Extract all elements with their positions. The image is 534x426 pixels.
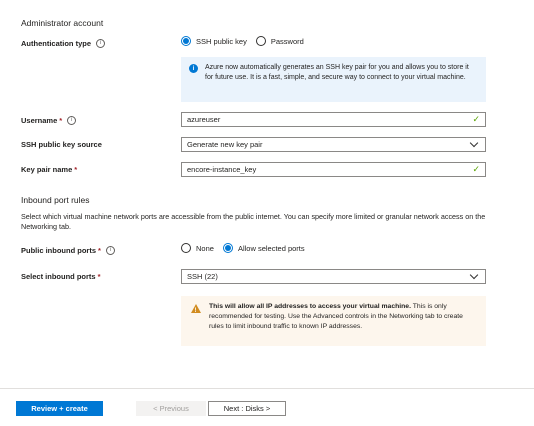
warning-box: ! This will allow all IP addresses to ac…: [181, 296, 486, 346]
username-input[interactable]: azureuser ✓: [181, 112, 486, 127]
checkmark-icon: ✓: [472, 114, 480, 124]
public-ports-radio-group: None Allow selected ports: [181, 243, 314, 253]
required-asterisk: *: [97, 272, 101, 281]
username-value: azureuser: [187, 115, 221, 124]
username-label: Username * i: [21, 116, 77, 125]
key-pair-label-text: Key pair name: [21, 165, 73, 174]
checkmark-icon: ✓: [472, 164, 480, 174]
select-ports-dropdown[interactable]: SSH (22): [181, 269, 486, 284]
public-ports-label-text: Public inbound ports: [21, 246, 96, 255]
required-asterisk: *: [98, 246, 101, 255]
auth-option-password-label: Password: [270, 36, 304, 46]
radio-password[interactable]: [255, 36, 266, 46]
radio-ssh-checked[interactable]: [181, 36, 191, 46]
public-option-allow[interactable]: Allow selected ports: [222, 243, 305, 253]
auth-option-ssh-label: SSH public key: [196, 36, 247, 46]
ssh-source-value: Generate new key pair: [187, 140, 263, 149]
admin-account-heading: Administrator account: [21, 18, 104, 28]
public-option-none[interactable]: None: [181, 243, 214, 253]
chevron-down-icon: [469, 270, 479, 280]
info-icon[interactable]: i: [105, 246, 115, 255]
auth-type-label-text: Authentication type: [21, 39, 92, 48]
public-ports-label: Public inbound ports * i: [21, 246, 115, 255]
required-asterisk: *: [74, 165, 78, 174]
radio-allow-checked[interactable]: [222, 243, 233, 253]
next-disks-button[interactable]: Next : Disks >: [208, 401, 286, 416]
ssh-info-text: Azure now automatically generates an SSH…: [205, 64, 469, 81]
warning-text-block: This will allow all IP addresses to acce…: [209, 302, 476, 340]
ssh-source-dropdown[interactable]: Generate new key pair: [181, 137, 486, 152]
select-ports-label: Select inbound ports *: [21, 272, 101, 281]
key-pair-value: encore-instance_key: [187, 165, 257, 174]
inbound-rules-heading: Inbound port rules: [21, 195, 90, 205]
ssh-source-label-text: SSH public key source: [21, 140, 102, 149]
select-ports-value: SSH (22): [187, 272, 218, 281]
footer-divider: [0, 388, 534, 389]
public-option-allow-label: Allow selected ports: [237, 243, 305, 253]
review-create-button[interactable]: Review + create: [16, 401, 103, 416]
auth-option-ssh[interactable]: SSH public key: [181, 36, 247, 46]
ssh-info-box: i Azure now automatically generates an S…: [181, 57, 486, 102]
info-icon: i: [189, 64, 198, 73]
ssh-source-label: SSH public key source: [21, 140, 102, 149]
auth-type-radio-group: SSH public key Password: [181, 36, 313, 46]
auth-type-label: Authentication type i: [21, 39, 106, 48]
required-asterisk: *: [59, 116, 63, 125]
info-icon[interactable]: i: [96, 39, 106, 48]
select-ports-label-text: Select inbound ports: [21, 272, 96, 281]
previous-button[interactable]: < Previous: [136, 401, 206, 416]
public-option-none-label: None: [196, 243, 214, 253]
username-label-text: Username: [21, 116, 58, 125]
chevron-down-icon: [469, 138, 479, 148]
warning-bold-text: This will allow all IP addresses to acce…: [209, 303, 411, 310]
key-pair-label: Key pair name *: [21, 165, 77, 174]
key-pair-input[interactable]: encore-instance_key ✓: [181, 162, 486, 177]
inbound-description: Select which virtual machine network por…: [21, 212, 486, 231]
warning-icon: !: [191, 304, 201, 314]
info-icon[interactable]: i: [67, 116, 77, 125]
radio-none[interactable]: [181, 243, 191, 253]
auth-option-password[interactable]: Password: [255, 36, 304, 46]
